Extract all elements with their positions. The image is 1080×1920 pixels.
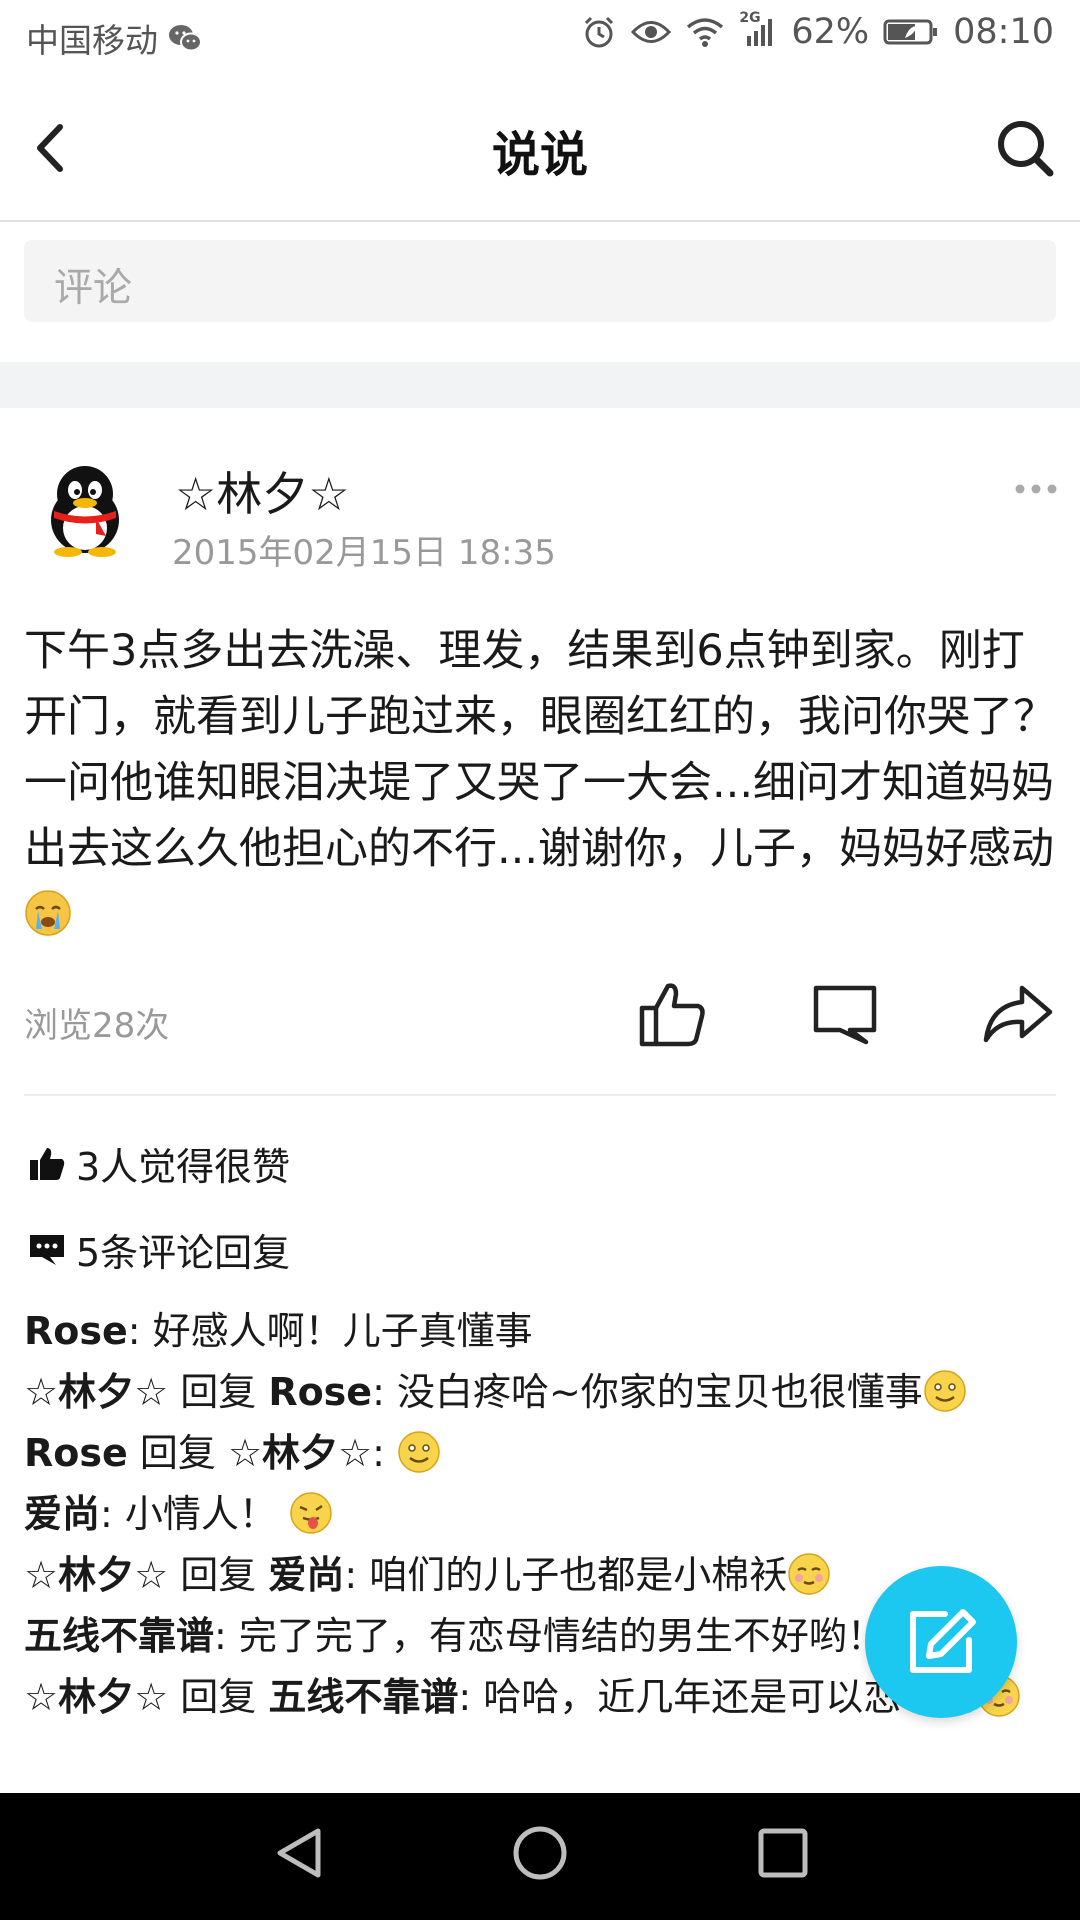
- reply-label: 回复: [127, 1431, 228, 1475]
- likes-summary[interactable]: 3人觉得很赞: [28, 1136, 290, 1191]
- comment-text: 没白疼哈~你家的宝贝也很懂事: [384, 1370, 923, 1414]
- comment-input[interactable]: 评论: [24, 240, 1056, 322]
- comment-item[interactable]: Rose 回复 ☆林夕☆:: [24, 1423, 1064, 1484]
- reply-label: 回复: [168, 1370, 269, 1414]
- comment-placeholder: 评论: [54, 266, 133, 311]
- comment-author[interactable]: ☆林夕☆: [24, 1553, 168, 1597]
- tongue-emoji-icon: [290, 1492, 332, 1534]
- comment-separator: :: [100, 1492, 113, 1536]
- comment-author[interactable]: Rose: [24, 1431, 128, 1475]
- search-icon[interactable]: [990, 113, 1060, 183]
- comment-icon[interactable]: [810, 982, 880, 1048]
- nav-recent-icon[interactable]: [755, 1825, 811, 1881]
- thumbs-up-icon: [30, 1147, 65, 1180]
- nav-home-icon[interactable]: [510, 1823, 570, 1883]
- comment-bubble-icon: [30, 1234, 64, 1265]
- nav-back-icon[interactable]: [270, 1823, 330, 1883]
- signal-group: 2G: [739, 10, 777, 48]
- post-author[interactable]: ☆林夕☆: [175, 458, 349, 524]
- comment-text: 小情人！: [112, 1492, 289, 1536]
- reply-to-author[interactable]: 五线不靠谱: [268, 1675, 458, 1719]
- edit-icon: [910, 1609, 976, 1673]
- like-icon[interactable]: [636, 978, 708, 1050]
- comment-separator: :: [372, 1370, 385, 1414]
- wifi-icon: [687, 18, 724, 47]
- comment-author[interactable]: 五线不靠谱: [24, 1614, 214, 1658]
- comment-separator: :: [458, 1675, 472, 1719]
- network-type: 2G: [739, 10, 761, 26]
- view-count: 浏览28次: [24, 1006, 170, 1046]
- alarm-icon: [585, 16, 614, 48]
- divider: [24, 1094, 1056, 1096]
- crying-emoji-icon: [25, 890, 71, 936]
- smile-emoji-icon: [924, 1370, 966, 1412]
- smile-emoji-icon: [398, 1431, 440, 1473]
- compose-button[interactable]: [865, 1566, 1017, 1718]
- comment-author[interactable]: ☆林夕☆: [24, 1675, 168, 1719]
- comment-separator: :: [372, 1431, 385, 1475]
- comment-item[interactable]: 爱尚: 小情人！: [24, 1484, 1064, 1545]
- eye-icon: [631, 21, 672, 43]
- comments-summary[interactable]: 5条评论回复: [28, 1222, 290, 1277]
- post-body: 下午3点多出去洗澡、理发，结果到6点钟到家。刚打开门，就看到儿子跑过来，眼圈红红…: [24, 618, 1064, 948]
- comment-author[interactable]: 爱尚: [24, 1492, 100, 1536]
- comment-text: [385, 1431, 397, 1475]
- app-header: 说说: [0, 75, 1080, 222]
- likes-text: 3人觉得很赞: [76, 1145, 291, 1189]
- comment-author[interactable]: Rose: [24, 1309, 128, 1353]
- carrier-label: 中国移动: [26, 21, 158, 60]
- comment-text: 完了完了，有恋母情结的男生不好哟！: [226, 1614, 885, 1658]
- status-left: 中国移动: [26, 14, 202, 62]
- share-icon[interactable]: [982, 982, 1054, 1048]
- clock: 08:10: [953, 12, 1054, 52]
- battery-icon: [883, 19, 938, 45]
- comments-text: 5条评论回复: [76, 1231, 291, 1275]
- comment-separator: :: [127, 1309, 141, 1353]
- reply-to-author[interactable]: ☆林夕☆: [228, 1431, 372, 1475]
- chevron-left-icon[interactable]: [20, 113, 90, 183]
- more-options-icon[interactable]: [1014, 474, 1058, 504]
- wechat-icon: [169, 25, 202, 52]
- comment-text: 好感人啊！儿子真懂事: [140, 1309, 533, 1353]
- comment-separator: :: [344, 1553, 358, 1597]
- comment-text: 咱们的儿子也都是小棉袄: [357, 1553, 788, 1597]
- post-text: 下午3点多出去洗澡、理发，结果到6点钟到家。刚打开门，就看到儿子跑过来，眼圈红红…: [24, 626, 1056, 874]
- comment-author[interactable]: ☆林夕☆: [24, 1370, 168, 1414]
- post-timestamp: 2015年02月15日 18:35: [172, 533, 556, 573]
- section-divider: [0, 362, 1080, 408]
- avatar[interactable]: [40, 462, 130, 557]
- comment-item[interactable]: ☆林夕☆ 回复 Rose: 没白疼哈~你家的宝贝也很懂事: [24, 1362, 1064, 1423]
- reply-to-author[interactable]: 爱尚: [268, 1553, 344, 1597]
- system-nav-bar: [0, 1793, 1080, 1920]
- comment-separator: :: [214, 1614, 227, 1658]
- reply-label: 回复: [168, 1675, 269, 1719]
- status-right: 2G 62% 08:10: [581, 10, 1054, 52]
- status-bar: 中国移动 2G 62% 08:10: [0, 0, 1080, 75]
- battery-percent: 62%: [791, 12, 870, 52]
- comment-item[interactable]: Rose: 好感人啊！儿子真懂事: [24, 1301, 1064, 1362]
- blush-emoji-icon: [788, 1553, 830, 1595]
- reply-to-author[interactable]: Rose: [268, 1370, 372, 1414]
- reply-label: 回复: [168, 1553, 269, 1597]
- page-title: 说说: [491, 127, 588, 183]
